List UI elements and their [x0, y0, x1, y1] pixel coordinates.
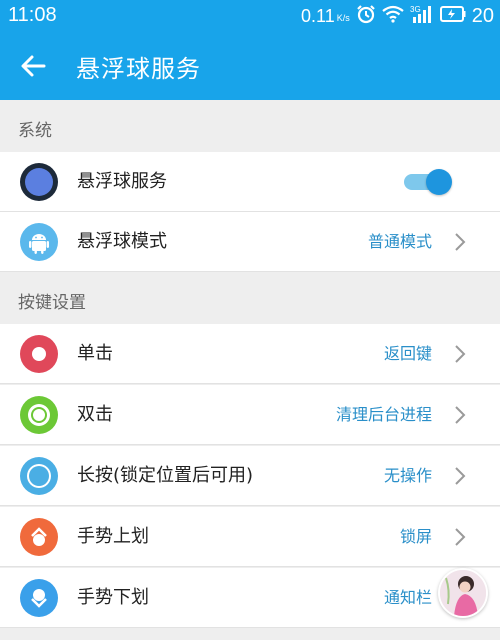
chevron-right-icon	[454, 467, 466, 485]
setting-value: 普通模式	[367, 232, 432, 251]
setting-label: 手势上划	[77, 526, 149, 547]
double-tap-icon	[20, 396, 58, 434]
wifi-icon	[382, 5, 404, 28]
setting-value: 清理后台进程	[335, 405, 432, 424]
setting-row-float-mode[interactable]: 悬浮球模式 普通模式	[0, 212, 500, 272]
swipe-up-icon	[20, 518, 58, 556]
setting-label: 双击	[77, 404, 113, 425]
setting-label: 手势下划	[77, 587, 149, 608]
setting-value: 返回键	[383, 344, 432, 363]
page-title: 悬浮球服务	[76, 55, 201, 83]
app-bar: 悬浮球服务	[0, 32, 500, 100]
setting-row-swipe-down[interactable]: 手势下划 通知栏	[0, 568, 500, 628]
status-icons: 0.11 K/s 3G 20	[301, 4, 494, 29]
float-ball-service-icon	[20, 163, 58, 201]
long-press-icon	[20, 457, 58, 495]
battery-level: 20	[471, 5, 494, 27]
setting-row-double-tap[interactable]: 双击 清理后台进程	[0, 385, 500, 445]
section-header-keys: 按键设置	[18, 293, 86, 313]
setting-label: 长按(锁定位置后可用)	[77, 465, 254, 486]
net-speed-unit: K/s	[336, 12, 350, 23]
back-arrow-icon[interactable]	[18, 52, 50, 80]
net-speed: 0.11	[301, 6, 335, 26]
section-header-system: 系统	[18, 121, 52, 141]
setting-row-float-service[interactable]: 悬浮球服务	[0, 152, 500, 212]
setting-row-long-press[interactable]: 长按(锁定位置后可用) 无操作	[0, 446, 500, 506]
chevron-right-icon	[454, 406, 466, 424]
setting-label: 悬浮球服务	[77, 171, 167, 192]
chevron-right-icon	[454, 528, 466, 546]
single-tap-icon	[20, 335, 58, 373]
signal-icon: 3G	[410, 4, 434, 29]
setting-row-single-tap[interactable]: 单击 返回键	[0, 324, 500, 384]
battery-icon	[439, 6, 466, 27]
swipe-down-icon	[20, 579, 58, 617]
setting-label: 单击	[77, 343, 113, 364]
toggle-knob	[426, 169, 452, 195]
floating-ball-avatar[interactable]	[438, 568, 488, 618]
float-service-toggle[interactable]	[404, 169, 452, 195]
setting-value: 通知栏	[383, 588, 432, 607]
setting-label: 悬浮球模式	[77, 231, 167, 252]
status-time: 11:08	[8, 4, 57, 26]
android-icon	[20, 223, 58, 261]
setting-row-swipe-up[interactable]: 手势上划 锁屏	[0, 507, 500, 567]
chevron-right-icon	[454, 233, 466, 251]
chevron-right-icon	[454, 345, 466, 363]
status-bar: 11:08 0.11 K/s 3G 20	[0, 0, 500, 32]
setting-value: 无操作	[383, 466, 432, 485]
network-type: 3G	[410, 5, 421, 14]
setting-value: 锁屏	[399, 527, 432, 546]
alarm-clock-icon	[356, 4, 376, 29]
